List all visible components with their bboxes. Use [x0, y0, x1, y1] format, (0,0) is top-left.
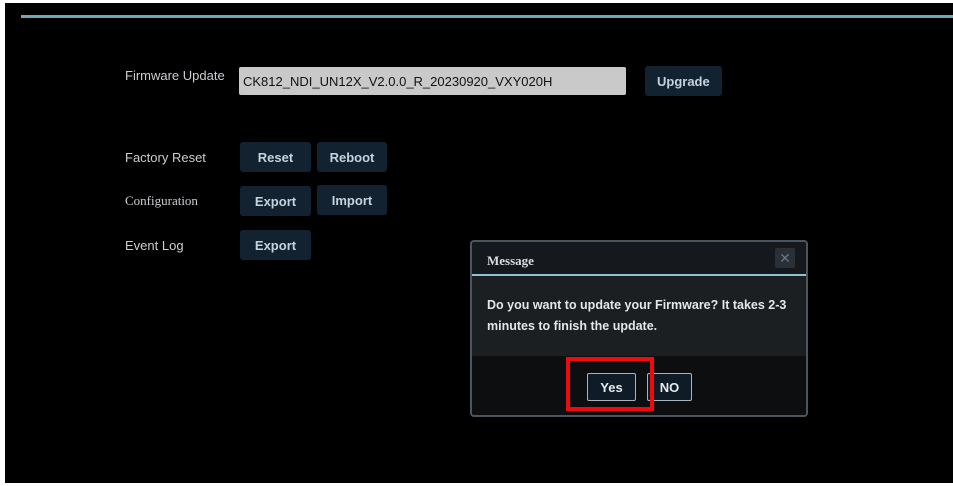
close-icon[interactable]: ✕: [775, 248, 795, 268]
dialog-footer: Yes NO: [472, 356, 806, 415]
message-dialog: Message ✕ Do you want to update your Fir…: [470, 240, 808, 417]
dialog-body: Do you want to update your Firmware? It …: [472, 276, 806, 356]
event-log-export-button[interactable]: Export: [240, 230, 311, 260]
dialog-header: Message ✕: [472, 242, 806, 276]
firmware-update-label: Firmware Update: [125, 68, 225, 83]
yes-button[interactable]: Yes: [587, 373, 636, 401]
configuration-import-button[interactable]: Import: [317, 185, 387, 215]
event-log-label: Event Log: [125, 238, 184, 253]
top-divider: [21, 15, 953, 18]
reset-button[interactable]: Reset: [240, 142, 311, 172]
factory-reset-label: Factory Reset: [125, 150, 206, 165]
upgrade-button[interactable]: Upgrade: [645, 66, 722, 96]
configuration-label: Configuration: [125, 193, 198, 208]
dialog-message: Do you want to update your Firmware? It …: [487, 298, 787, 333]
configuration-export-button[interactable]: Export: [240, 186, 311, 216]
no-button[interactable]: NO: [647, 373, 692, 401]
dialog-title: Message: [487, 253, 534, 268]
firmware-file-field[interactable]: CK812_NDI_UN12X_V2.0.0_R_20230920_VXY020…: [239, 67, 626, 95]
reboot-button[interactable]: Reboot: [317, 142, 387, 172]
